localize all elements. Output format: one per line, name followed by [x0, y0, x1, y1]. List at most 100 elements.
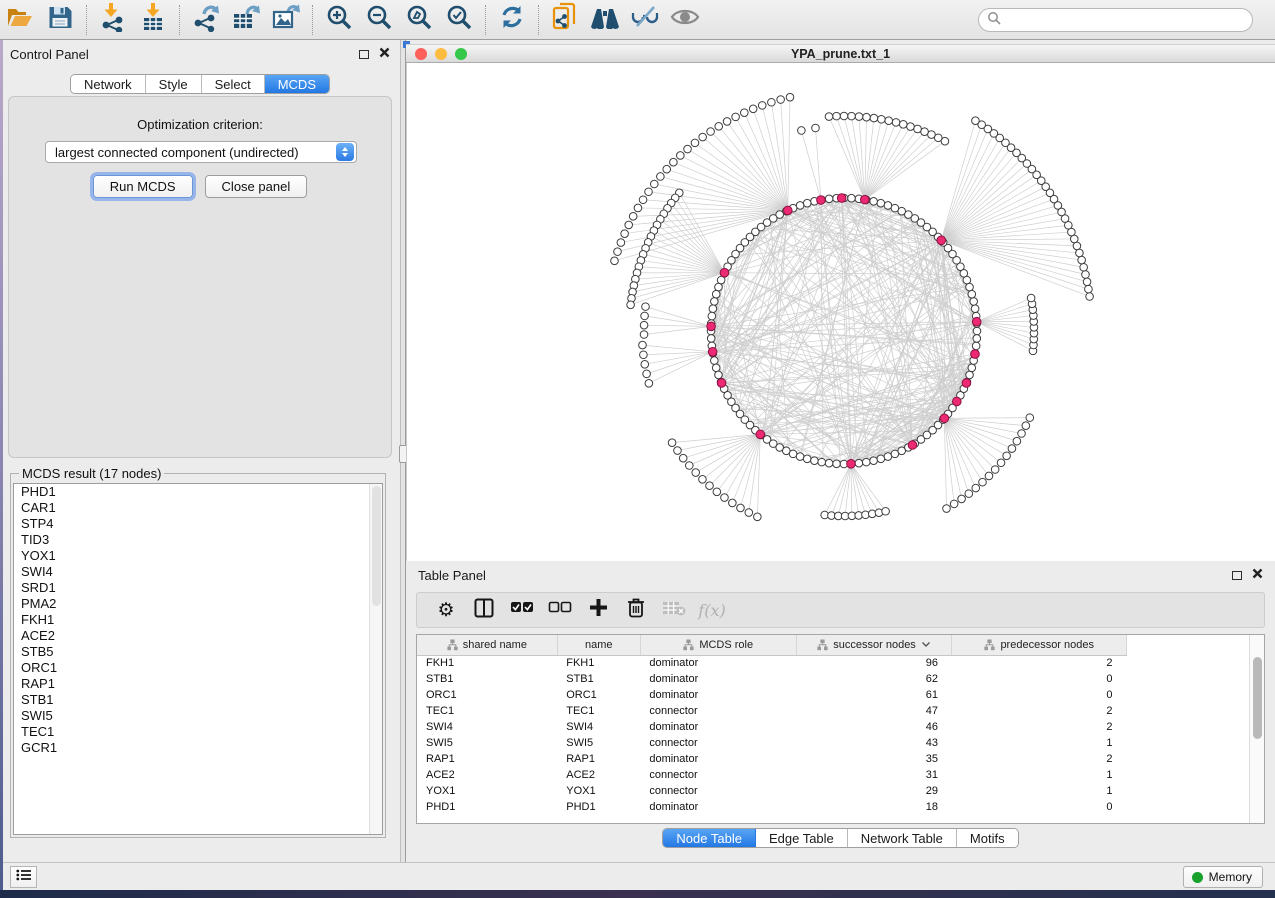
column-header-predecessor-nodes[interactable]: predecessor nodes — [952, 635, 1127, 655]
mcds-result-item[interactable]: SRD1 — [14, 580, 382, 596]
optimization-criterion-select[interactable]: largest connected component (undirected) — [45, 141, 357, 163]
export-image-button[interactable] — [266, 3, 306, 37]
save-session-button[interactable] — [40, 3, 80, 37]
zoom-out-button[interactable] — [359, 3, 399, 37]
network-window-titlebar[interactable]: YPA_prune.txt_1 — [406, 44, 1275, 63]
zoom-selected-button[interactable] — [439, 3, 479, 37]
table-cell[interactable]: STB1 — [417, 671, 557, 687]
mcds-result-list[interactable]: PHD1CAR1STP4TID3YOX1SWI4SRD1PMA2FKH1ACE2… — [13, 483, 383, 835]
table-settings-button[interactable]: ⚙ — [429, 595, 463, 625]
table-cell[interactable]: dominator — [640, 671, 796, 687]
table-cell[interactable]: TEC1 — [557, 703, 640, 719]
delete-table-button[interactable] — [657, 595, 691, 625]
tab-style[interactable]: Style — [146, 75, 202, 93]
zoom-in-button[interactable] — [319, 3, 359, 37]
select-all-columns-button[interactable] — [505, 595, 539, 625]
table-cell[interactable]: 96 — [796, 655, 952, 671]
table-cell[interactable]: SWI4 — [417, 719, 557, 735]
refresh-button[interactable] — [492, 3, 532, 37]
node-table[interactable]: shared namenameMCDS rolesuccessor nodesp… — [417, 635, 1127, 815]
table-cell[interactable]: connector — [640, 783, 796, 799]
tab-mcds[interactable]: MCDS — [265, 75, 329, 93]
column-header-name[interactable]: name — [557, 635, 640, 655]
search-input[interactable] — [1001, 11, 1252, 29]
table-cell[interactable]: 18 — [796, 799, 952, 815]
tab-network-table[interactable]: Network Table — [848, 829, 957, 847]
table-cell[interactable]: 35 — [796, 751, 952, 767]
show-columns-button[interactable] — [467, 595, 501, 625]
float-panel-icon[interactable] — [359, 50, 369, 59]
table-cell[interactable]: 1 — [952, 767, 1127, 783]
tab-edge-table[interactable]: Edge Table — [756, 829, 848, 847]
table-cell[interactable]: ORC1 — [417, 687, 557, 703]
table-cell[interactable]: FKH1 — [557, 655, 640, 671]
table-cell[interactable]: 47 — [796, 703, 952, 719]
table-cell[interactable]: PHD1 — [557, 799, 640, 815]
table-cell[interactable]: dominator — [640, 687, 796, 703]
table-cell[interactable]: YOX1 — [417, 783, 557, 799]
zoom-fit-button[interactable] — [399, 3, 439, 37]
mcds-result-item[interactable]: PHD1 — [14, 484, 382, 500]
search-network-button[interactable] — [585, 3, 625, 37]
table-cell[interactable]: TEC1 — [417, 703, 557, 719]
mcds-result-item[interactable]: STP4 — [14, 516, 382, 532]
table-cell[interactable]: ACE2 — [557, 767, 640, 783]
close-panel-icon[interactable] — [379, 45, 390, 63]
table-cell[interactable]: connector — [640, 767, 796, 783]
hide-panels-button[interactable] — [625, 3, 665, 37]
tab-select[interactable]: Select — [202, 75, 265, 93]
table-cell[interactable]: ACE2 — [417, 767, 557, 783]
mcds-result-item[interactable]: STB1 — [14, 692, 382, 708]
table-cell[interactable]: 62 — [796, 671, 952, 687]
table-cell[interactable]: 0 — [952, 799, 1127, 815]
table-cell[interactable]: 2 — [952, 719, 1127, 735]
import-table-button[interactable] — [133, 3, 173, 37]
table-row[interactable]: ORC1ORC1dominator610 — [417, 687, 1127, 703]
run-mcds-button[interactable]: Run MCDS — [93, 175, 193, 198]
table-cell[interactable]: SWI4 — [557, 719, 640, 735]
function-builder-button[interactable]: f(x) — [695, 595, 729, 625]
table-cell[interactable]: STB1 — [557, 671, 640, 687]
network-canvas[interactable] — [406, 63, 1275, 561]
table-cell[interactable]: 61 — [796, 687, 952, 703]
table-cell[interactable]: 29 — [796, 783, 952, 799]
delete-columns-button[interactable] — [619, 595, 653, 625]
table-cell[interactable]: 1 — [952, 783, 1127, 799]
close-panel-icon[interactable] — [1252, 566, 1263, 584]
clone-network-button[interactable] — [545, 3, 585, 37]
mcds-result-item[interactable]: CAR1 — [14, 500, 382, 516]
table-cell[interactable]: SWI5 — [557, 735, 640, 751]
table-cell[interactable]: 0 — [952, 687, 1127, 703]
export-network-button[interactable] — [186, 3, 226, 37]
tab-node-table[interactable]: Node Table — [663, 829, 756, 847]
table-cell[interactable]: PHD1 — [417, 799, 557, 815]
table-row[interactable]: YOX1YOX1connector291 — [417, 783, 1127, 799]
table-cell[interactable]: ORC1 — [557, 687, 640, 703]
mcds-result-item[interactable]: FKH1 — [14, 612, 382, 628]
table-cell[interactable]: dominator — [640, 719, 796, 735]
table-cell[interactable]: 0 — [952, 671, 1127, 687]
scrollbar-thumb[interactable] — [1253, 657, 1262, 739]
open-file-button[interactable] — [0, 3, 40, 37]
table-row[interactable]: TEC1TEC1connector472 — [417, 703, 1127, 719]
table-cell[interactable]: connector — [640, 735, 796, 751]
column-header-MCDS-role[interactable]: MCDS role — [640, 635, 796, 655]
column-header-shared-name[interactable]: shared name — [417, 635, 557, 655]
table-cell[interactable]: connector — [640, 703, 796, 719]
mcds-result-item[interactable]: STB5 — [14, 644, 382, 660]
table-cell[interactable]: RAP1 — [417, 751, 557, 767]
tab-network[interactable]: Network — [71, 75, 146, 93]
mcds-result-item[interactable]: ORC1 — [14, 660, 382, 676]
table-cell[interactable]: 31 — [796, 767, 952, 783]
table-cell[interactable]: 2 — [952, 655, 1127, 671]
mcds-result-item[interactable]: TID3 — [14, 532, 382, 548]
mcds-result-item[interactable]: RAP1 — [14, 676, 382, 692]
mcds-result-item[interactable]: PMA2 — [14, 596, 382, 612]
mcds-result-item[interactable]: TEC1 — [14, 724, 382, 740]
table-cell[interactable]: 1 — [952, 735, 1127, 751]
table-cell[interactable]: RAP1 — [557, 751, 640, 767]
table-cell[interactable]: YOX1 — [557, 783, 640, 799]
list-scrollbar[interactable] — [369, 484, 382, 834]
table-cell[interactable]: dominator — [640, 655, 796, 671]
table-cell[interactable]: SWI5 — [417, 735, 557, 751]
